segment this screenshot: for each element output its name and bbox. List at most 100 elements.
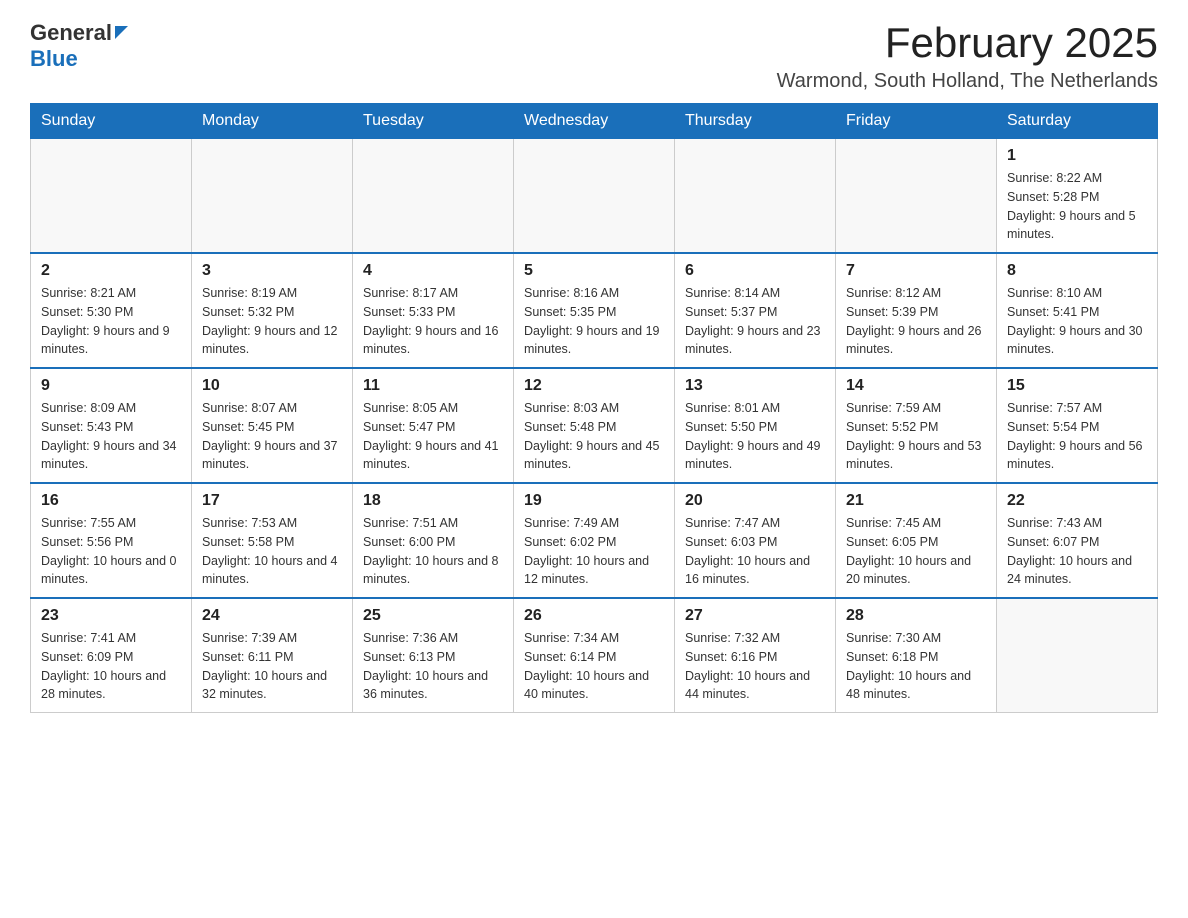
day-number: 12 [524,377,664,395]
day-number: 4 [363,262,503,280]
calendar-cell: 28Sunrise: 7:30 AM Sunset: 6:18 PM Dayli… [836,598,997,713]
month-year-title: February 2025 [777,20,1158,66]
calendar-cell: 7 Sunrise: 8:12 AM Sunset: 5:39 PM Daylig… [836,253,997,368]
day-number: 6 [685,262,825,280]
day-info: Sunrise: 7:45 AM Sunset: 6:05 PM Dayligh… [846,514,986,589]
day-info: Sunrise: 8:21 AM Sunset: 5:30 PM Dayligh… [41,284,181,359]
calendar-week-row-4: 23 Sunrise: 7:41 AM Sunset: 6:09 PM Dayli… [31,598,1158,713]
day-info: Sunrise: 8:12 AM Sunset: 5:39 PM Dayligh… [846,284,986,359]
header-saturday: Saturday [997,104,1158,139]
day-info: Sunrise: 8:05 AM Sunset: 5:47 PM Dayligh… [363,399,503,474]
day-info: Sunrise: 7:47 AM Sunset: 6:03 PM Dayligh… [685,514,825,589]
logo-general-text: General [30,20,112,46]
day-info: Sunrise: 8:07 AM Sunset: 5:45 PM Dayligh… [202,399,342,474]
day-info: Sunrise: 8:10 AM Sunset: 5:41 PM Dayligh… [1007,284,1147,359]
calendar-cell: 24 Sunrise: 7:39 AM Sunset: 6:11 PM Dayli… [192,598,353,713]
calendar-cell: 14 Sunrise: 7:59 AM Sunset: 5:52 PM Dayli… [836,368,997,483]
header-friday: Friday [836,104,997,139]
day-info: Sunrise: 7:39 AM Sunset: 6:11 PM Dayligh… [202,629,342,704]
day-info: Sunrise: 8:19 AM Sunset: 5:32 PM Dayligh… [202,284,342,359]
calendar-cell: 19 Sunrise: 7:49 AM Sunset: 6:02 PM Dayli… [514,483,675,598]
calendar-cell [997,598,1158,713]
day-info: Sunrise: 8:03 AM Sunset: 5:48 PM Dayligh… [524,399,664,474]
day-number: 3 [202,262,342,280]
day-number: 22 [1007,492,1147,510]
day-info: Sunrise: 7:43 AM Sunset: 6:07 PM Dayligh… [1007,514,1147,589]
calendar-cell: 22 Sunrise: 7:43 AM Sunset: 6:07 PM Dayli… [997,483,1158,598]
day-info: Sunrise: 8:09 AM Sunset: 5:43 PM Dayligh… [41,399,181,474]
calendar-cell [353,139,514,254]
day-info: Sunrise: 7:32 AM Sunset: 6:16 PM Dayligh… [685,629,825,704]
calendar-cell: 21Sunrise: 7:45 AM Sunset: 6:05 PM Dayli… [836,483,997,598]
calendar-week-row-2: 9 Sunrise: 8:09 AM Sunset: 5:43 PM Daylig… [31,368,1158,483]
calendar-cell: 20 Sunrise: 7:47 AM Sunset: 6:03 PM Dayli… [675,483,836,598]
calendar-cell: 9 Sunrise: 8:09 AM Sunset: 5:43 PM Daylig… [31,368,192,483]
day-number: 23 [41,607,181,625]
calendar: Sunday Monday Tuesday Wednesday Thursday… [30,103,1158,713]
day-number: 8 [1007,262,1147,280]
day-info: Sunrise: 8:01 AM Sunset: 5:50 PM Dayligh… [685,399,825,474]
day-number: 13 [685,377,825,395]
day-number: 26 [524,607,664,625]
logo-blue-text: Blue [30,46,78,72]
day-info: Sunrise: 8:14 AM Sunset: 5:37 PM Dayligh… [685,284,825,359]
day-info: Sunrise: 7:41 AM Sunset: 6:09 PM Dayligh… [41,629,181,704]
header-wednesday: Wednesday [514,104,675,139]
day-number: 17 [202,492,342,510]
calendar-week-row-0: 1Sunrise: 8:22 AM Sunset: 5:28 PM Daylig… [31,139,1158,254]
header: General Blue February 2025 Warmond, Sout… [30,20,1158,93]
calendar-cell: 6 Sunrise: 8:14 AM Sunset: 5:37 PM Daylig… [675,253,836,368]
day-info: Sunrise: 7:30 AM Sunset: 6:18 PM Dayligh… [846,629,986,704]
calendar-cell: 11 Sunrise: 8:05 AM Sunset: 5:47 PM Dayli… [353,368,514,483]
calendar-cell: 5 Sunrise: 8:16 AM Sunset: 5:35 PM Daylig… [514,253,675,368]
day-number: 10 [202,377,342,395]
calendar-cell [836,139,997,254]
day-info: Sunrise: 7:51 AM Sunset: 6:00 PM Dayligh… [363,514,503,589]
logo: General Blue [30,20,128,72]
calendar-cell: 18 Sunrise: 7:51 AM Sunset: 6:00 PM Dayli… [353,483,514,598]
day-number: 2 [41,262,181,280]
header-monday: Monday [192,104,353,139]
day-number: 9 [41,377,181,395]
day-number: 15 [1007,377,1147,395]
header-sunday: Sunday [31,104,192,139]
day-info: Sunrise: 8:22 AM Sunset: 5:28 PM Dayligh… [1007,169,1147,244]
calendar-cell: 15Sunrise: 7:57 AM Sunset: 5:54 PM Dayli… [997,368,1158,483]
calendar-cell: 1Sunrise: 8:22 AM Sunset: 5:28 PM Daylig… [997,139,1158,254]
day-number: 27 [685,607,825,625]
day-number: 14 [846,377,986,395]
weekday-header-row: Sunday Monday Tuesday Wednesday Thursday… [31,104,1158,139]
day-info: Sunrise: 7:49 AM Sunset: 6:02 PM Dayligh… [524,514,664,589]
day-info: Sunrise: 8:16 AM Sunset: 5:35 PM Dayligh… [524,284,664,359]
day-info: Sunrise: 8:17 AM Sunset: 5:33 PM Dayligh… [363,284,503,359]
day-info: Sunrise: 7:34 AM Sunset: 6:14 PM Dayligh… [524,629,664,704]
day-info: Sunrise: 7:36 AM Sunset: 6:13 PM Dayligh… [363,629,503,704]
day-number: 18 [363,492,503,510]
day-number: 5 [524,262,664,280]
calendar-cell: 4 Sunrise: 8:17 AM Sunset: 5:33 PM Daylig… [353,253,514,368]
day-number: 11 [363,377,503,395]
calendar-cell [675,139,836,254]
calendar-cell [192,139,353,254]
calendar-cell: 26 Sunrise: 7:34 AM Sunset: 6:14 PM Dayli… [514,598,675,713]
day-number: 19 [524,492,664,510]
calendar-cell: 8 Sunrise: 8:10 AM Sunset: 5:41 PM Daylig… [997,253,1158,368]
day-number: 24 [202,607,342,625]
calendar-cell: 17 Sunrise: 7:53 AM Sunset: 5:58 PM Dayli… [192,483,353,598]
location-text: Warmond, South Holland, The Netherlands [777,70,1158,93]
calendar-cell: 16Sunrise: 7:55 AM Sunset: 5:56 PM Dayli… [31,483,192,598]
calendar-week-row-3: 16Sunrise: 7:55 AM Sunset: 5:56 PM Dayli… [31,483,1158,598]
calendar-week-row-1: 2 Sunrise: 8:21 AM Sunset: 5:30 PM Daylig… [31,253,1158,368]
calendar-cell: 27 Sunrise: 7:32 AM Sunset: 6:16 PM Dayli… [675,598,836,713]
day-number: 7 [846,262,986,280]
calendar-cell: 2 Sunrise: 8:21 AM Sunset: 5:30 PM Daylig… [31,253,192,368]
calendar-cell [31,139,192,254]
calendar-cell [514,139,675,254]
calendar-cell: 12 Sunrise: 8:03 AM Sunset: 5:48 PM Dayli… [514,368,675,483]
day-number: 20 [685,492,825,510]
calendar-cell: 10 Sunrise: 8:07 AM Sunset: 5:45 PM Dayli… [192,368,353,483]
page: General Blue February 2025 Warmond, Sout… [0,0,1188,733]
header-thursday: Thursday [675,104,836,139]
day-info: Sunrise: 7:59 AM Sunset: 5:52 PM Dayligh… [846,399,986,474]
day-info: Sunrise: 7:53 AM Sunset: 5:58 PM Dayligh… [202,514,342,589]
